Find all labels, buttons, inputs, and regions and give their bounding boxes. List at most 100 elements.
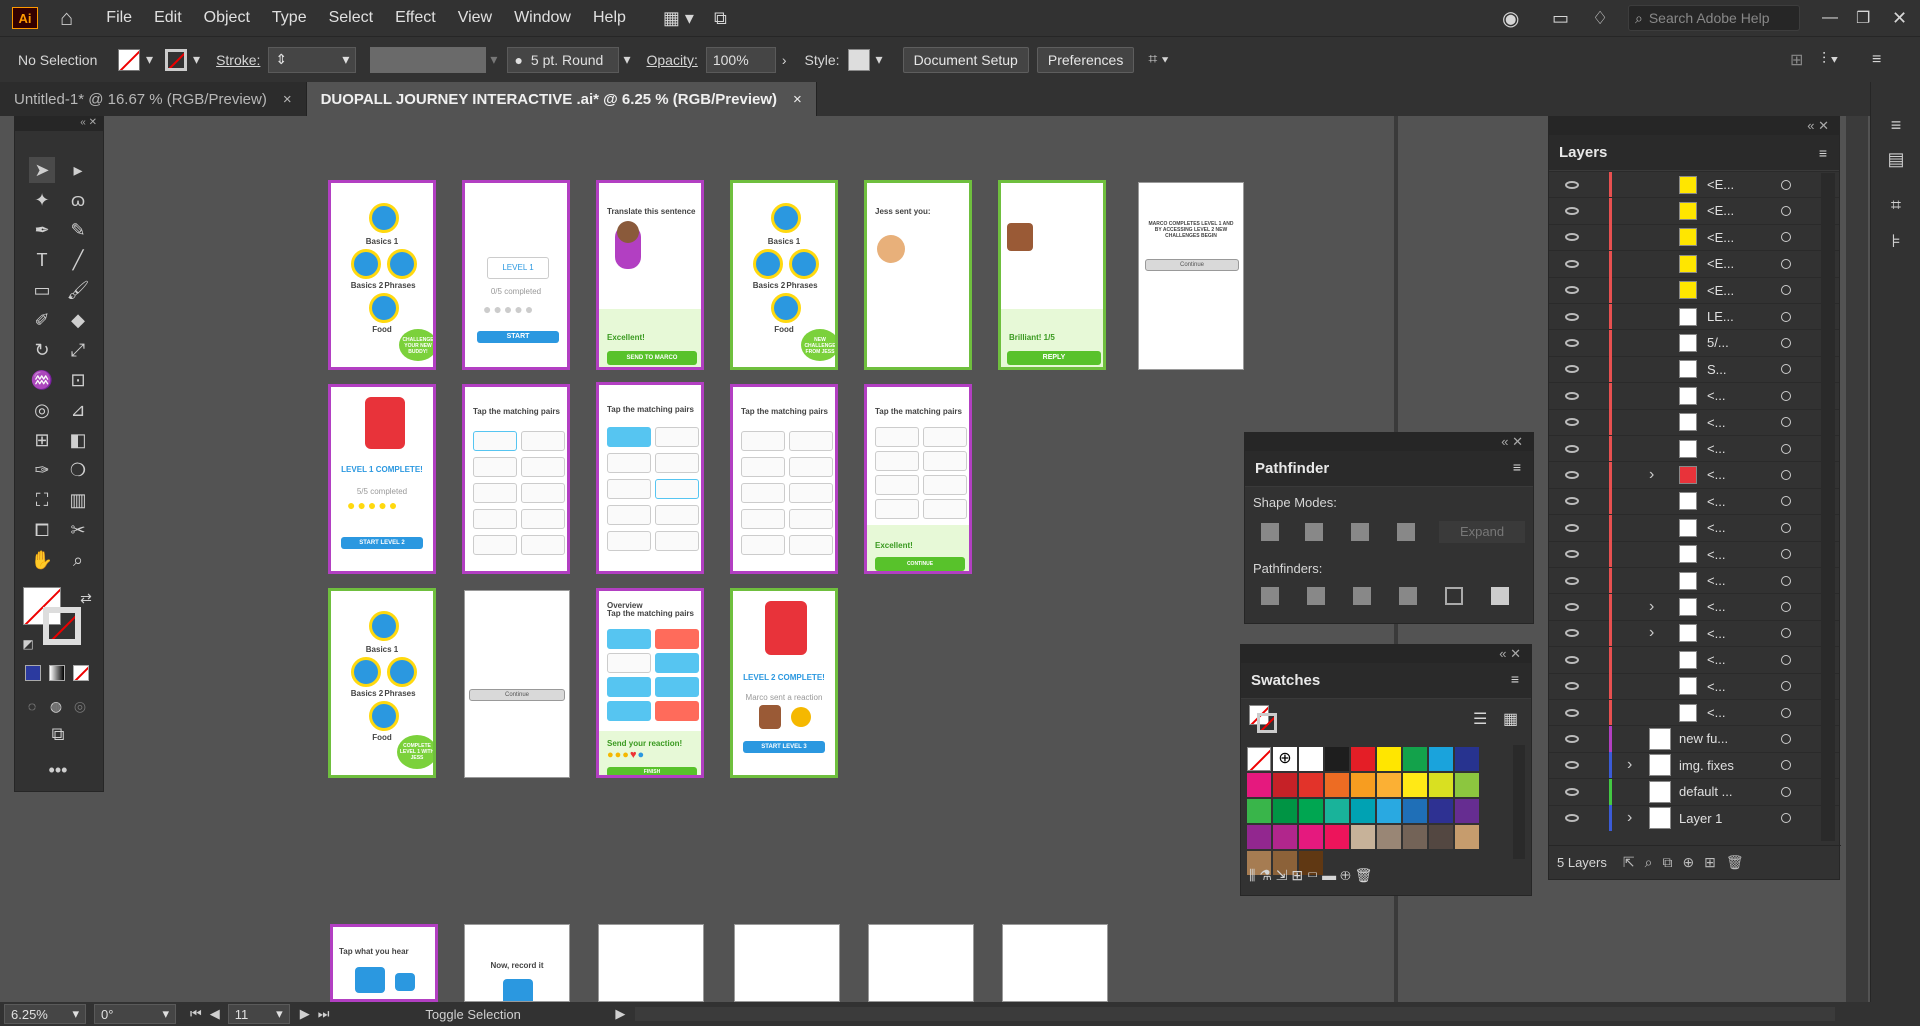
- target-circle-icon[interactable]: [1781, 760, 1791, 771]
- panel-toggle-icon[interactable]: ▭: [1552, 8, 1569, 29]
- pair-cell[interactable]: [923, 451, 967, 471]
- expand-arrow-icon[interactable]: ›: [1649, 598, 1654, 616]
- visibility-eye-icon[interactable]: [1565, 655, 1579, 664]
- artboard-blank-2[interactable]: [734, 924, 840, 1002]
- canvas-horizontal-scrollbar[interactable]: [635, 1007, 1836, 1021]
- start-level3-button[interactable]: START LEVEL 3: [743, 741, 825, 753]
- scale-tool-icon[interactable]: ⤢: [65, 337, 91, 363]
- pair-cell[interactable]: [473, 535, 517, 555]
- pair-cell[interactable]: [789, 431, 833, 451]
- selection-tool-icon[interactable]: ➤: [29, 157, 55, 183]
- target-circle-icon[interactable]: [1781, 601, 1791, 612]
- pair-cell[interactable]: [473, 431, 517, 451]
- artboard-pairs-excellent[interactable]: Tap the matching pairs Excellent! CONTIN…: [864, 384, 972, 574]
- layer-name[interactable]: <E...: [1707, 283, 1734, 298]
- pair-cell[interactable]: [789, 535, 833, 555]
- menu-type[interactable]: Type: [261, 9, 318, 27]
- color-swatch[interactable]: [1299, 747, 1323, 771]
- pair-cell[interactable]: [521, 535, 565, 555]
- color-swatch[interactable]: [1455, 773, 1479, 797]
- draw-inside-icon[interactable]: ◎: [67, 693, 93, 719]
- swatch-registration[interactable]: ⊕: [1273, 747, 1297, 771]
- opacity-field[interactable]: 100%: [705, 46, 776, 73]
- lightbulb-icon[interactable]: ♢: [1592, 8, 1608, 29]
- color-swatch[interactable]: [1377, 747, 1401, 771]
- start-level2-button[interactable]: START LEVEL 2: [341, 537, 423, 549]
- brush-dropdown-icon[interactable]: ▾: [623, 51, 630, 68]
- target-circle-icon[interactable]: [1781, 707, 1791, 718]
- artboard-level1-complete[interactable]: LEVEL 1 COMPLETE! 5/5 completed ●●●●● ST…: [328, 384, 436, 574]
- layer-name[interactable]: <...: [1707, 547, 1725, 562]
- fill-swatch[interactable]: [118, 48, 140, 71]
- artboard-tap-hear[interactable]: Tap what you hear: [330, 924, 438, 1002]
- visibility-eye-icon[interactable]: [1565, 602, 1579, 611]
- color-swatch[interactable]: [1325, 773, 1349, 797]
- layer-row[interactable]: <E...: [1549, 171, 1839, 198]
- continue-button[interactable]: Continue: [1145, 259, 1239, 271]
- visibility-eye-icon[interactable]: [1565, 418, 1579, 427]
- layer-row[interactable]: <...: [1549, 435, 1839, 462]
- artboard-pairs-3[interactable]: Tap the matching pairs: [730, 384, 838, 574]
- color-swatch[interactable]: [1377, 773, 1401, 797]
- pair-cell[interactable]: [607, 505, 651, 525]
- layers-scrollbar[interactable]: [1821, 173, 1835, 841]
- swatch-none[interactable]: [1247, 747, 1271, 771]
- target-circle-icon[interactable]: [1781, 496, 1791, 507]
- menu-help[interactable]: Help: [582, 9, 637, 27]
- visibility-eye-icon[interactable]: [1565, 814, 1579, 823]
- menu-view[interactable]: View: [447, 9, 503, 27]
- color-mode-icon[interactable]: [25, 665, 41, 681]
- target-circle-icon[interactable]: [1781, 522, 1791, 533]
- color-swatch[interactable]: [1351, 825, 1375, 849]
- target-circle-icon[interactable]: [1781, 469, 1791, 480]
- color-swatch[interactable]: [1325, 799, 1349, 823]
- pair-cell[interactable]: [875, 451, 919, 471]
- visibility-eye-icon[interactable]: [1565, 180, 1579, 189]
- expand-arrow-icon[interactable]: ›: [1649, 624, 1654, 642]
- layer-name[interactable]: <...: [1707, 626, 1725, 641]
- color-swatch[interactable]: [1299, 773, 1323, 797]
- color-swatch[interactable]: [1351, 747, 1375, 771]
- layer-name[interactable]: LE...: [1707, 309, 1734, 324]
- target-circle-icon[interactable]: [1781, 232, 1791, 243]
- layer-name[interactable]: <...: [1707, 415, 1725, 430]
- direct-selection-tool-icon[interactable]: ▸: [65, 157, 91, 183]
- layer-row[interactable]: › Layer 1: [1549, 804, 1839, 832]
- draw-normal-icon[interactable]: ◌: [19, 693, 45, 719]
- color-swatch[interactable]: [1325, 825, 1349, 849]
- layer-name[interactable]: <E...: [1707, 256, 1734, 271]
- pair-cell[interactable]: [607, 629, 651, 649]
- color-swatch[interactable]: [1455, 799, 1479, 823]
- swatch-library-icon[interactable]: ⫼ ⚗ ⇲ ⊞ ▭ ▬ ⊕ 🗑: [1249, 867, 1372, 884]
- canvas-vertical-scrollbar[interactable]: [1846, 116, 1868, 1002]
- minus-front-icon[interactable]: [1305, 523, 1323, 541]
- control-menu-icon[interactable]: ≡: [1872, 51, 1881, 69]
- document-setup-button[interactable]: Document Setup: [902, 46, 1029, 73]
- pair-cell[interactable]: [741, 483, 785, 503]
- layer-row[interactable]: default ...: [1549, 778, 1839, 805]
- layer-row[interactable]: <...: [1549, 382, 1839, 409]
- pair-cell[interactable]: [789, 483, 833, 503]
- style-swatch[interactable]: [847, 48, 870, 71]
- color-swatch[interactable]: [1429, 799, 1453, 823]
- target-circle-icon[interactable]: [1781, 628, 1791, 639]
- layer-row[interactable]: <...: [1549, 672, 1839, 700]
- artboard-overview[interactable]: Overview Tap the matching pairs Send you…: [596, 588, 704, 778]
- layer-row[interactable]: <...: [1549, 514, 1839, 541]
- layers-footer-icons[interactable]: ⇱⌕⧉⊕⊞🗑: [1623, 854, 1754, 871]
- artboard-level2-complete[interactable]: LEVEL 2 COMPLETE! Marco sent a reaction …: [730, 588, 838, 778]
- intersect-icon[interactable]: [1351, 523, 1369, 541]
- artboard-marco-completes[interactable]: MARCO COMPLETES LEVEL 1 AND BY ACCESSING…: [1138, 182, 1244, 370]
- shape-builder-tool-icon[interactable]: ◎: [29, 397, 55, 423]
- expand-button[interactable]: Expand: [1439, 521, 1525, 543]
- layer-row[interactable]: <...: [1549, 408, 1839, 436]
- pair-cell[interactable]: [607, 427, 651, 447]
- layer-name[interactable]: <E...: [1707, 177, 1734, 192]
- hand-tool-icon[interactable]: ✋: [29, 547, 55, 573]
- layer-row[interactable]: <E...: [1549, 276, 1839, 304]
- menu-object[interactable]: Object: [193, 9, 261, 27]
- mesh-tool-icon[interactable]: ⊞: [29, 427, 55, 453]
- layer-name[interactable]: <...: [1707, 441, 1725, 456]
- unite-icon[interactable]: [1261, 523, 1279, 541]
- paintbrush-tool-icon[interactable]: 🖌: [65, 277, 91, 303]
